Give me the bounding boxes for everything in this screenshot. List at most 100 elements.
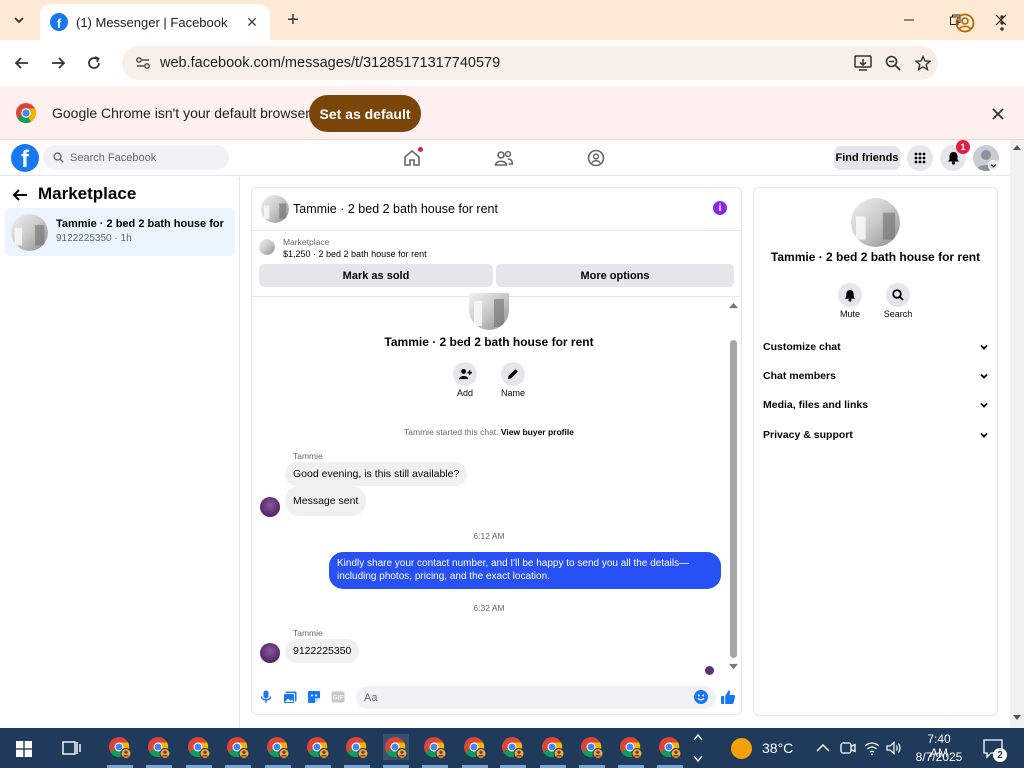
chrome-taskbar-icon[interactable] bbox=[618, 734, 644, 760]
scroll-down-icon[interactable] bbox=[729, 663, 738, 672]
listing-small-thumbnail bbox=[259, 239, 275, 255]
sticker-button[interactable] bbox=[306, 689, 322, 705]
reload-button[interactable] bbox=[80, 49, 108, 77]
meet-now-icon[interactable] bbox=[840, 740, 856, 756]
chevron-down-icon bbox=[980, 432, 988, 438]
incoming-message[interactable]: Message sent bbox=[285, 486, 367, 516]
temperature[interactable]: 38°C bbox=[762, 740, 793, 756]
search-chat-button[interactable] bbox=[886, 283, 910, 307]
chrome-taskbar-icon[interactable] bbox=[540, 734, 566, 760]
chrome-taskbar-icon[interactable] bbox=[344, 734, 370, 760]
menu-button[interactable] bbox=[907, 145, 933, 171]
chat-started-text: Tammie started this chat. bbox=[404, 427, 501, 437]
volume-icon[interactable] bbox=[886, 740, 902, 756]
conversation-subtitle: 9122225350 · 1h bbox=[56, 233, 132, 244]
zoom-button[interactable] bbox=[878, 48, 908, 78]
chrome-taskbar-icon[interactable] bbox=[305, 734, 331, 760]
facebook-search-input[interactable] bbox=[70, 151, 220, 164]
chrome-menu-button[interactable] bbox=[990, 10, 1014, 36]
weather-sun-icon[interactable] bbox=[731, 738, 752, 759]
scroll-up-icon[interactable] bbox=[729, 300, 738, 309]
facebook-logo[interactable]: f bbox=[11, 144, 39, 172]
voice-clip-button[interactable] bbox=[258, 689, 274, 705]
mute-button[interactable] bbox=[838, 283, 862, 307]
notification-count-badge: 2 bbox=[993, 748, 1007, 762]
page-scrollbar[interactable] bbox=[1010, 140, 1024, 728]
outgoing-message[interactable]: Kindly share your contact number, and I'… bbox=[329, 552, 721, 589]
arrow-left-icon bbox=[14, 57, 28, 69]
scroll-down-icon[interactable] bbox=[1013, 715, 1021, 721]
sender-avatar[interactable] bbox=[260, 643, 280, 663]
nav-friends[interactable] bbox=[493, 147, 515, 169]
infobar-close-button[interactable] bbox=[988, 104, 1008, 124]
chrome-taskbar-icon[interactable] bbox=[383, 734, 409, 760]
add-people-button[interactable] bbox=[453, 362, 477, 386]
emoji-button[interactable] bbox=[694, 690, 708, 704]
chrome-taskbar-icon[interactable] bbox=[500, 734, 526, 760]
account-caret[interactable] bbox=[988, 160, 999, 171]
taskbar-scroll-icon[interactable] bbox=[692, 730, 704, 766]
chevron-up-icon[interactable] bbox=[815, 740, 831, 756]
tab-search-button[interactable] bbox=[6, 7, 32, 33]
tab-close-icon[interactable]: ✕ bbox=[244, 14, 260, 30]
sender-avatar[interactable] bbox=[260, 497, 280, 517]
back-button[interactable] bbox=[8, 49, 36, 77]
chrome-taskbar-icon[interactable] bbox=[186, 734, 212, 760]
mark-as-sold-button[interactable]: Mark as sold bbox=[259, 264, 493, 287]
view-buyer-profile-link[interactable]: View buyer profile bbox=[501, 427, 574, 437]
rename-button[interactable] bbox=[501, 362, 525, 386]
browser-tab[interactable]: f (1) Messenger | Facebook ✕ bbox=[40, 4, 270, 40]
chrome-taskbar-icon[interactable] bbox=[422, 734, 448, 760]
wifi-icon[interactable] bbox=[864, 740, 880, 756]
listing-thumbnail bbox=[851, 198, 900, 247]
chrome-taskbar-icon[interactable] bbox=[657, 734, 683, 760]
back-button[interactable] bbox=[12, 187, 30, 205]
section-media-files-links[interactable]: Media, files and links bbox=[763, 396, 989, 414]
section-privacy-support[interactable]: Privacy & support bbox=[763, 426, 989, 444]
more-options-button[interactable]: More options bbox=[496, 264, 734, 287]
url-text[interactable]: web.facebook.com/messages/t/312851713177… bbox=[160, 55, 848, 71]
chrome-taskbar-icon[interactable] bbox=[265, 734, 291, 760]
forward-button[interactable] bbox=[44, 49, 72, 77]
add-person-icon bbox=[458, 368, 472, 380]
chrome-profile-button[interactable] bbox=[952, 10, 978, 36]
listing-price-title[interactable]: $1,250 · 2 bed 2 bath house for rent bbox=[283, 249, 427, 259]
scroll-up-icon[interactable] bbox=[1013, 144, 1021, 150]
chrome-taskbar-icon[interactable] bbox=[107, 734, 133, 760]
set-as-default-button[interactable]: Set as default bbox=[309, 95, 421, 132]
minimize-button[interactable] bbox=[886, 0, 932, 40]
bookmark-button[interactable] bbox=[908, 48, 938, 78]
chrome-taskbar-icon[interactable] bbox=[225, 734, 251, 760]
like-button[interactable] bbox=[720, 689, 736, 705]
section-chat-members[interactable]: Chat members bbox=[763, 367, 989, 385]
section-customize-chat[interactable]: Customize chat bbox=[763, 338, 989, 356]
chrome-taskbar-icon[interactable] bbox=[146, 734, 172, 760]
nav-groups[interactable] bbox=[585, 147, 607, 169]
chrome-taskbar-icon[interactable] bbox=[579, 734, 605, 760]
incoming-message[interactable]: 9122225350 bbox=[285, 639, 360, 663]
find-friends-button[interactable]: Find friends bbox=[834, 146, 900, 170]
section-label: Customize chat bbox=[763, 341, 841, 353]
chat-header-title[interactable]: Tammie · 2 bed 2 bath house for rent bbox=[293, 202, 498, 216]
new-tab-button[interactable]: + bbox=[282, 9, 304, 31]
address-bar[interactable]: web.facebook.com/messages/t/312851713177… bbox=[122, 46, 938, 80]
task-view-icon[interactable] bbox=[62, 739, 82, 757]
windows-start-icon[interactable] bbox=[16, 741, 32, 757]
pencil-icon bbox=[508, 369, 518, 379]
attach-photo-button[interactable] bbox=[282, 689, 298, 705]
install-app-button[interactable] bbox=[848, 48, 878, 78]
gif-icon: GIF bbox=[331, 691, 345, 703]
info-icon[interactable]: i bbox=[713, 201, 727, 215]
chrome-taskbar-icon[interactable] bbox=[462, 734, 488, 760]
site-settings-icon[interactable] bbox=[134, 54, 152, 72]
intro-title: Tammie · 2 bed 2 bath house for rent bbox=[384, 335, 594, 349]
message-input[interactable] bbox=[356, 686, 716, 709]
clock-date[interactable]: 8/7/2025 bbox=[913, 750, 965, 764]
friends-icon bbox=[494, 150, 514, 166]
gif-button[interactable]: GIF bbox=[330, 689, 346, 705]
chat-scroll-thumb[interactable] bbox=[730, 340, 737, 658]
incoming-message[interactable]: Good evening, is this still available? bbox=[285, 462, 468, 486]
marketplace-label: Marketplace bbox=[283, 237, 330, 247]
star-icon bbox=[915, 55, 931, 71]
facebook-search[interactable] bbox=[43, 145, 229, 170]
